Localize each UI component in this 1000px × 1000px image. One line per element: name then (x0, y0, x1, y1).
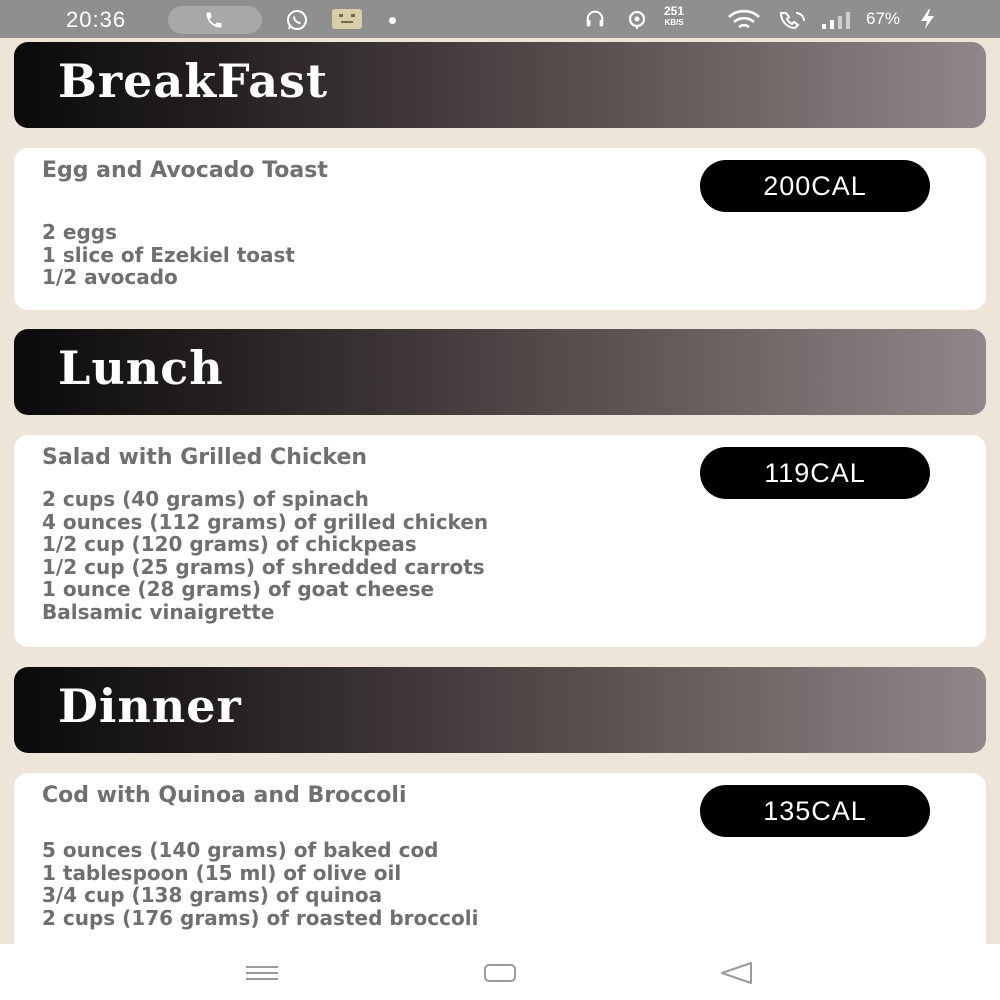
lunch-calorie-badge: 119CAL (700, 447, 930, 499)
dinner-title: Dinner (58, 679, 242, 733)
lunch-meal-card[interactable]: Salad with Grilled Chicken 119CAL 2 cups… (14, 435, 986, 647)
net-speed-value: 251 (664, 4, 685, 18)
breakfast-calorie-badge: 200CAL (700, 160, 930, 212)
system-navigation-bar (0, 944, 1000, 1000)
ingredient-item: 2 eggs (42, 220, 117, 244)
ingredient-item: 1/2 cup (25 grams) of shredded carrots (42, 554, 485, 579)
dinner-header: Dinner (14, 667, 986, 753)
lunch-meal-name: Salad with Grilled Chicken (42, 445, 368, 470)
wifi-calling-icon (779, 12, 805, 30)
ingredient-item: Balsamic vinaigrette (42, 599, 275, 624)
whatsapp-icon (287, 10, 307, 30)
breakfast-meal-name: Egg and Avocado Toast (42, 158, 328, 183)
net-speed-indicator: 251 KB/S (664, 4, 685, 28)
notification-app-icon (332, 9, 362, 29)
ingredient-item: 1 tablespoon (15 ml) of olive oil (42, 860, 402, 885)
ingredient-item: 4 ounces (112 grams) of grilled chicken (42, 509, 489, 534)
ingredient-item: 1 slice of Ezekiel toast (42, 242, 295, 267)
breakfast-meal-card[interactable]: Egg and Avocado Toast 200CAL 2 eggs 1 sl… (14, 148, 986, 310)
ingredient-item: 3/4 cup (138 grams) of quinoa (42, 883, 383, 908)
breakfast-ingredient-list: 2 eggs 1 slice of Ezekiel toast 1/2 avoc… (42, 221, 295, 289)
dinner-meal-card[interactable]: Cod with Quinoa and Broccoli 135CAL 5 ou… (14, 773, 986, 944)
charging-icon (921, 9, 934, 29)
ongoing-call-pill[interactable] (168, 6, 262, 34)
ingredient-item: 2 cups (176 grams) of roasted broccoli (42, 905, 479, 930)
net-speed-unit: KB/S (664, 18, 684, 27)
lunch-title: Lunch (58, 341, 224, 395)
headset-icon (586, 10, 604, 27)
ingredient-item: 5 ounces (140 grams) of baked cod (42, 838, 439, 862)
dinner-meal-name: Cod with Quinoa and Broccoli (42, 783, 407, 808)
status-bar: 20:36 251 KB/S 67% (0, 0, 1000, 38)
location-icon (628, 10, 646, 29)
breakfast-header: BreakFast (14, 42, 986, 128)
dinner-calorie-badge: 135CAL (700, 785, 930, 837)
phone-icon (206, 12, 222, 28)
ingredient-item: 1/2 cup (120 grams) of chickpeas (42, 532, 417, 557)
lunch-ingredient-list: 2 cups (40 grams) of spinach 4 ounces (1… (42, 488, 488, 624)
ingredient-item: 1 ounce (28 grams) of goat cheese (42, 577, 435, 602)
battery-level: 67% (866, 9, 901, 28)
signal-icon (822, 12, 850, 29)
meal-plan-content[interactable]: BreakFast Egg and Avocado Toast 200CAL 2… (0, 38, 1000, 944)
ingredient-item: 1/2 avocado (42, 265, 178, 290)
ingredient-item: 2 cups (40 grams) of spinach (42, 487, 369, 511)
status-time: 20:36 (66, 7, 127, 32)
menu-icon[interactable] (242, 958, 282, 988)
home-icon[interactable] (480, 958, 520, 988)
breakfast-title: BreakFast (58, 54, 329, 108)
dinner-ingredient-list: 5 ounces (140 grams) of baked cod 1 tabl… (42, 839, 478, 929)
wifi-icon (728, 9, 760, 29)
dot-icon (389, 17, 396, 24)
back-icon[interactable] (716, 958, 756, 988)
lunch-header: Lunch (14, 329, 986, 415)
